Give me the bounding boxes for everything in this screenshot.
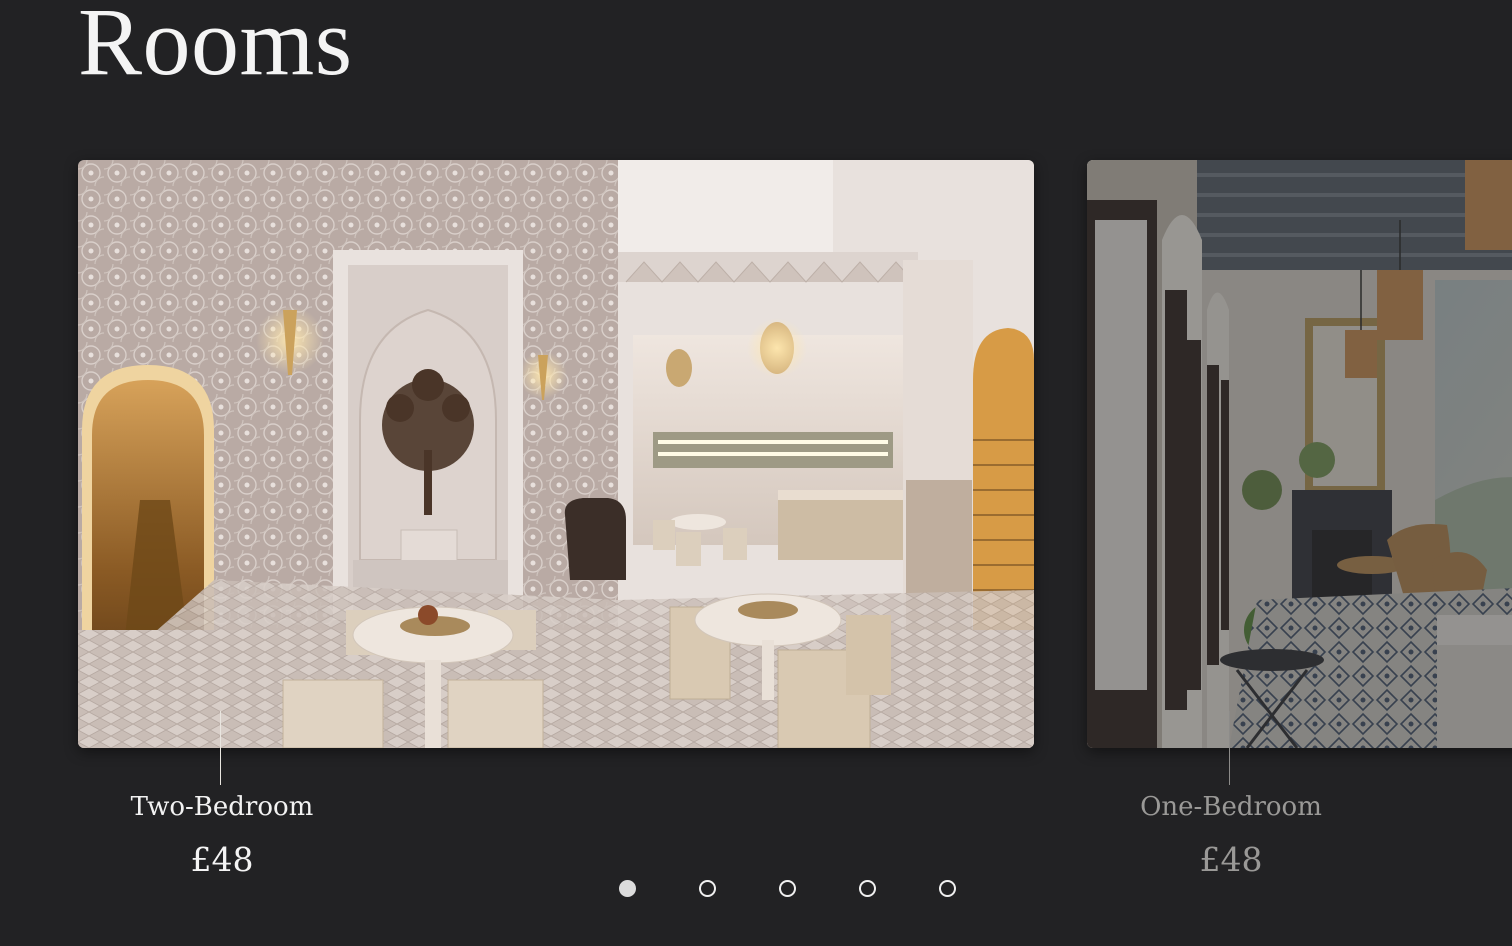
room-name[interactable]: Two-Bedroom xyxy=(92,792,352,822)
room-photo-two-bedroom[interactable] xyxy=(78,160,1034,748)
room-label-connector xyxy=(220,711,221,785)
carousel-dot-1[interactable] xyxy=(619,880,636,897)
carousel-dot-5[interactable] xyxy=(939,880,956,897)
rooms-carousel[interactable]: Two-Bedroom £48 One-Bedroom £48 xyxy=(0,0,1512,946)
room-price: £48 xyxy=(1199,840,1263,879)
carousel-dot-2[interactable] xyxy=(699,880,716,897)
carousel-dot-3[interactable] xyxy=(779,880,796,897)
room-label-connector xyxy=(1229,711,1230,785)
room-price: £48 xyxy=(190,840,254,879)
room-name[interactable]: One-Bedroom xyxy=(1101,792,1361,822)
room-photo-one-bedroom[interactable] xyxy=(1087,160,1512,748)
carousel-dot-4[interactable] xyxy=(859,880,876,897)
